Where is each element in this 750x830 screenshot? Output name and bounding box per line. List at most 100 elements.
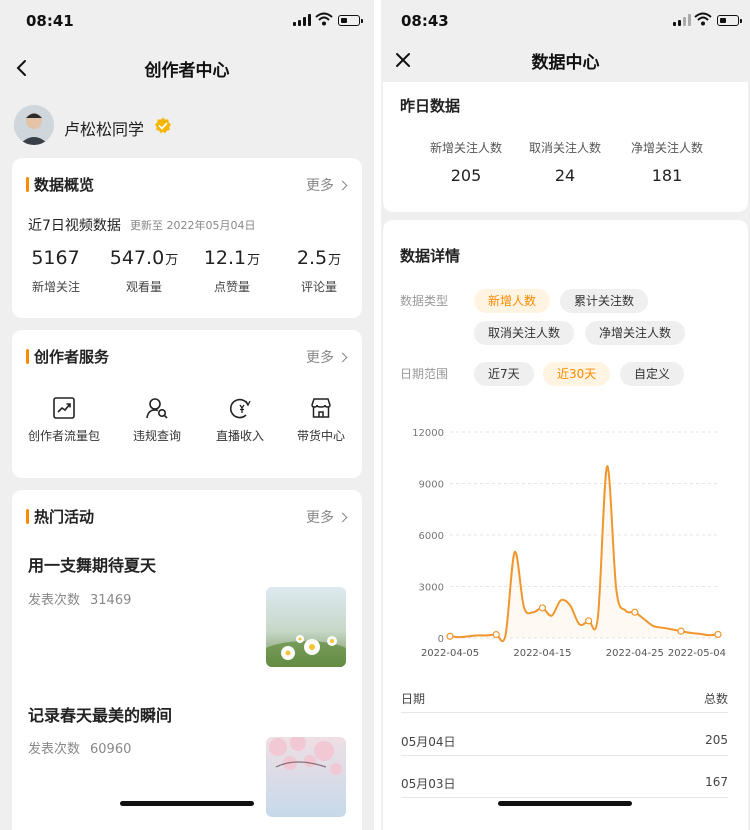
user-search-icon [146, 398, 168, 419]
stat-label: 新增关注 [31, 280, 80, 294]
services-card: 创作者服务 更多 创作者流量包 违规查询 直播收入 带货中心 [12, 330, 362, 478]
chip-7-days[interactable]: 近7天 [474, 362, 534, 386]
activity-meta: 发表次数 60960 [28, 742, 132, 757]
service-label: 创作者流量包 [27, 429, 100, 443]
x-tick-label: 2022-04-15 [513, 648, 571, 659]
y-tick-label: 3000 [419, 583, 444, 594]
creator-center-screen: 08:41 创作者中心 卢松松同学 数据概览 更多 近7日视频数据 更新至 20… [0, 0, 374, 830]
col-total-header: 总数 [703, 692, 728, 706]
y-tick-label: 0 [438, 634, 444, 645]
series-line [449, 465, 719, 643]
storefront-icon [311, 398, 331, 418]
stat-value: 2.5万 [296, 247, 342, 269]
data-point [585, 617, 593, 625]
service-violation-query[interactable]: 违规查询 [112, 396, 202, 444]
user-name: 卢松松同学 [64, 120, 145, 139]
y-tick-label: 12000 [412, 428, 444, 439]
chip-total-followers[interactable]: 累计关注数 [560, 289, 649, 313]
yesterday-stat: 取消关注人数 24 [528, 141, 601, 185]
activity-thumbnail [266, 737, 346, 817]
stat-label: 评论量 [300, 280, 337, 294]
overview-title: 数据概览 [26, 174, 94, 195]
data-point [677, 627, 685, 635]
traffic-chart-icon [53, 397, 75, 419]
home-indicator [120, 801, 254, 806]
nav-bar: 数据中心 [381, 40, 750, 80]
row-total: 167 [705, 775, 728, 789]
details-title: 数据详情 [400, 247, 461, 265]
data-center-screen: 08:43 数据中心 昨日数据 新增关注人数 205 取消关注人数 24 净增关注人… [381, 0, 750, 830]
y-tick-label: 6000 [419, 531, 444, 542]
status-bar: 08:41 [0, 0, 374, 42]
verified-badge-icon [155, 117, 171, 134]
data-point [492, 630, 500, 639]
data-type-label: 数据类型 [400, 294, 449, 308]
chip-new-followers[interactable]: 新增人数 [474, 289, 551, 313]
x-tick-label: 2022-05-04 [668, 648, 726, 659]
signal-icon [673, 14, 691, 26]
service-traffic-pack[interactable]: 创作者流量包 [19, 396, 109, 444]
row-total: 205 [705, 733, 728, 747]
table-header: 日期 总数 [401, 682, 728, 713]
signal-icon [293, 14, 311, 26]
series-area [450, 466, 718, 642]
user-header[interactable]: 卢松松同学 [14, 105, 354, 149]
activity-title: 用一支舞期待夏天 [28, 556, 157, 575]
overview-updated: 更新至 2022年05月04日 [130, 219, 256, 232]
yesterday-card: 昨日数据 新增关注人数 205 取消关注人数 24 净增关注人数 181 [383, 82, 748, 212]
data-point [446, 632, 454, 640]
battery-icon [338, 15, 363, 26]
avatar [14, 105, 54, 145]
x-tick-label: 2022-04-05 [421, 648, 479, 659]
y-tick-label: 9000 [419, 480, 444, 491]
overview-subtitle: 近7日视频数据 [28, 218, 121, 234]
chip-30-days[interactable]: 近30天 [543, 362, 611, 386]
activity-meta: 发表次数 31469 [28, 593, 132, 608]
activity-thumbnail [266, 587, 346, 667]
yesterday-stat: 新增关注人数 205 [429, 141, 502, 185]
nav-bar: 创作者中心 [0, 48, 374, 88]
services-title: 创作者服务 [26, 346, 109, 367]
service-label: 违规查询 [132, 429, 181, 443]
data-point [538, 604, 547, 612]
chip-unfollows[interactable]: 取消关注人数 [474, 321, 575, 345]
table-row: 05月04日 205 [401, 725, 728, 756]
chip-custom-range[interactable]: 自定义 [620, 362, 685, 386]
date-range-label: 日期范围 [400, 367, 449, 381]
stat-value: 12.1万 [203, 247, 261, 269]
stat-label: 观看量 [125, 280, 162, 294]
status-time: 08:41 [26, 12, 74, 30]
wifi-icon [315, 12, 333, 26]
services-more-link[interactable]: 更多 [306, 347, 346, 367]
home-indicator [498, 801, 632, 806]
service-label: 带货中心 [296, 429, 345, 443]
stat-value: 547.0万 [109, 247, 179, 269]
overview-card: 数据概览 更多 近7日视频数据 更新至 2022年05月04日 5167 新增关… [12, 158, 362, 318]
data-point [631, 608, 639, 616]
row-date: 05月04日 [401, 735, 456, 749]
activities-card: 热门活动 更多 用一支舞期待夏天 发表次数 31469 记录春天最美的瞬间 发表次… [12, 490, 362, 830]
status-time: 08:43 [401, 12, 449, 30]
yesterday-title: 昨日数据 [400, 97, 461, 115]
stat-value: 5167 [31, 247, 80, 269]
service-live-income[interactable]: 直播收入 [195, 396, 285, 444]
battery-icon [717, 15, 742, 26]
status-bar: 08:43 [381, 0, 750, 42]
service-commerce-center[interactable]: 带货中心 [276, 396, 366, 444]
data-point [714, 630, 722, 639]
overview-more-link[interactable]: 更多 [306, 175, 346, 195]
page-title: 数据中心 [531, 53, 600, 73]
chip-net-followers[interactable]: 净增关注人数 [585, 321, 686, 345]
row-date: 05月03日 [401, 777, 456, 791]
activities-title: 热门活动 [26, 506, 94, 527]
page-title: 创作者中心 [144, 61, 230, 81]
yesterday-stat: 净增关注人数 181 [630, 141, 703, 185]
wifi-icon [694, 12, 712, 26]
yen-coin-icon [229, 398, 251, 419]
col-date-header: 日期 [401, 692, 426, 706]
table-row: 05月03日 167 [401, 767, 728, 798]
followers-line-chart: 0 3000 6000 9000 12000 2022-04-05 2022-04-15 20… [412, 428, 726, 659]
activities-more-link[interactable]: 更多 [306, 507, 346, 527]
stat-label: 点赞量 [213, 280, 250, 294]
activity-title: 记录春天最美的瞬间 [28, 706, 173, 725]
